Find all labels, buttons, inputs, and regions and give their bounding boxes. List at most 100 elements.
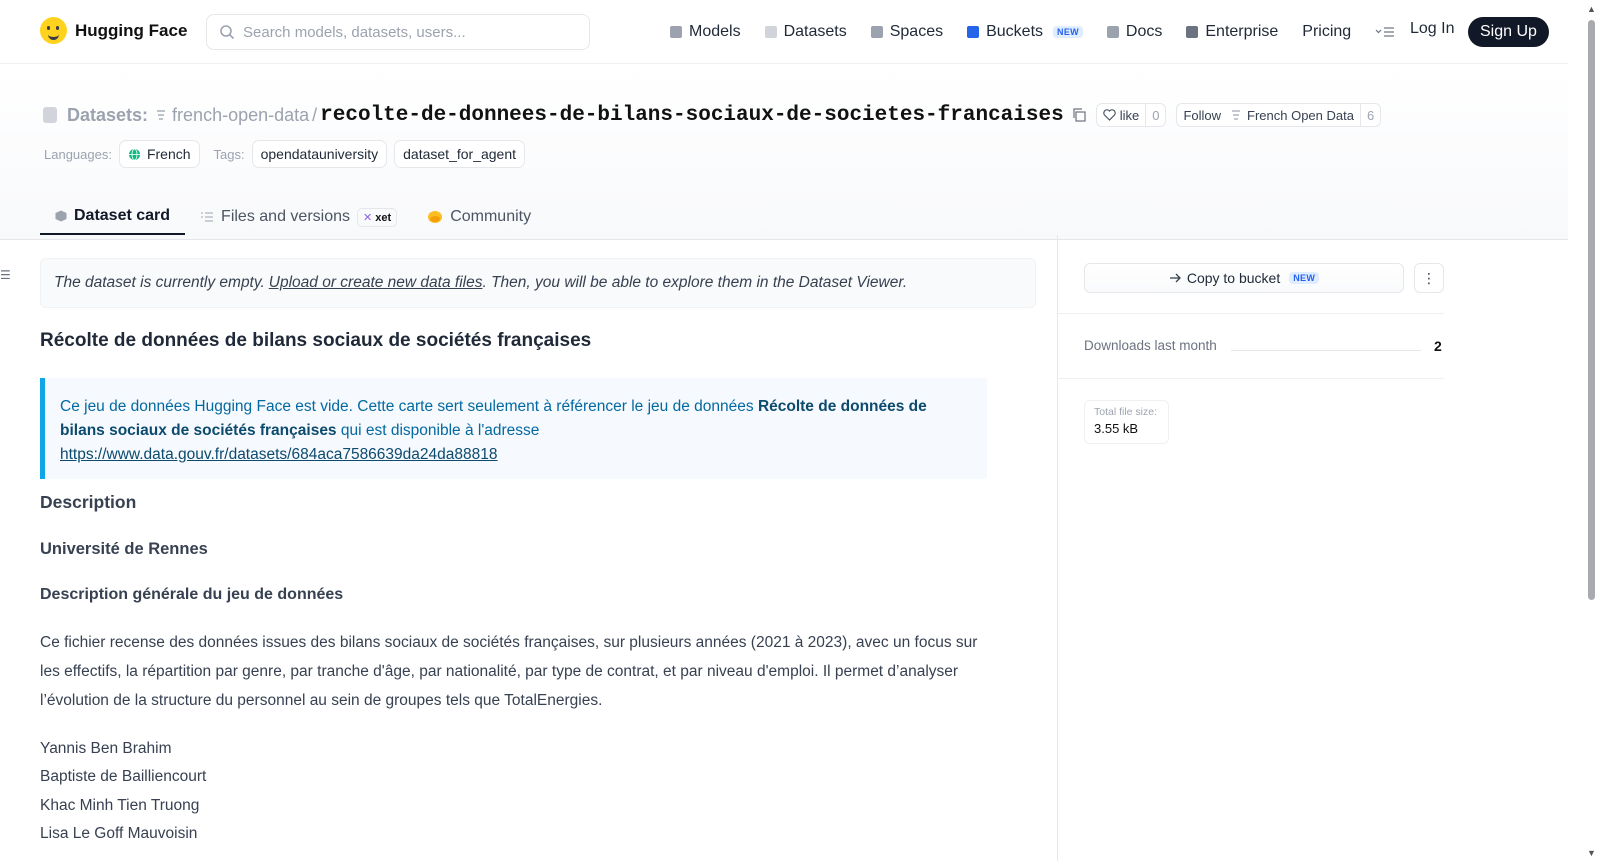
org-logo-icon [1232, 110, 1241, 120]
community-icon [428, 211, 443, 223]
kebab-icon: ⋮ [1422, 269, 1436, 286]
nav-docs[interactable]: Docs [1106, 19, 1163, 45]
follow-button[interactable]: Follow French Open Data 6 [1176, 103, 1382, 127]
tab-community-label: Community [450, 208, 532, 225]
languages-label: Languages: [44, 146, 112, 162]
login-link[interactable]: Log In [1410, 20, 1454, 38]
repo-type-label[interactable]: Datasets: [67, 105, 148, 126]
downloads-sparkline [1231, 350, 1421, 351]
scroll-down-icon[interactable]: ▼ [1587, 848, 1596, 858]
repo-name[interactable]: recolte-de-donnees-de-bilans-sociaux-de-… [320, 104, 1064, 127]
tag-opendatauniversity[interactable]: opendatauniversity [251, 140, 388, 168]
xet-label: xet [375, 211, 392, 224]
nav-datasets-label: Datasets [783, 23, 847, 40]
copy-icon[interactable] [1072, 108, 1086, 122]
models-icon [670, 26, 682, 38]
copy-to-bucket-button[interactable]: Copy to bucket NEW [1084, 263, 1404, 293]
file-size-value: 3.55 kB [1094, 421, 1139, 436]
home-logo-link[interactable]: Hugging Face [40, 17, 187, 44]
copy-to-bucket-label: Copy to bucket [1186, 270, 1281, 286]
repo-tabs: Dataset card Files and versions ✕ xet Co… [40, 199, 546, 235]
spaces-icon [870, 26, 883, 38]
nav-pricing[interactable]: Pricing [1302, 19, 1351, 45]
repo-title: Datasets: french-open-data / recolte-de-… [43, 100, 1382, 130]
globe-icon [128, 148, 140, 160]
nav-datasets[interactable]: Datasets [764, 19, 847, 45]
heart-icon [1102, 109, 1116, 121]
search-input[interactable] [243, 23, 573, 41]
like-count: 0 [1145, 104, 1165, 126]
search-box[interactable] [206, 14, 590, 50]
tab-dataset-card[interactable]: Dataset card [40, 199, 186, 235]
new-badge: NEW [1053, 26, 1083, 38]
docs-icon [1106, 26, 1119, 38]
nav-pricing-label: Pricing [1302, 23, 1352, 40]
total-file-size: Total file size: 3.55 kB [1084, 400, 1169, 444]
follow-count: 6 [1359, 104, 1380, 126]
empty-notice-text-end: . Then, you will be able to explore them… [482, 274, 908, 291]
nav-spaces[interactable]: Spaces [870, 19, 943, 45]
repo-owner-link[interactable]: french-open-data [172, 105, 309, 126]
follow-label: Follow [1183, 107, 1222, 123]
breadcrumb-separator: / [312, 104, 318, 125]
tags-label: Tags: [213, 146, 245, 162]
tab-community[interactable]: Community [412, 199, 546, 235]
tab-files-label: Files and versions [221, 208, 350, 225]
hugging-face-logo-icon [40, 17, 67, 44]
language-tag-french[interactable]: French [118, 140, 200, 168]
repo-meta: Languages: French Tags: opendatauniversi… [44, 140, 526, 168]
org-name: French Open Data [1247, 107, 1354, 123]
note-text: Ce jeu de données Hugging Face est vide.… [60, 398, 758, 415]
heading-description: Description [40, 492, 137, 512]
downloads-label: Downloads last month [1084, 338, 1217, 353]
file-size-label: Total file size: [1094, 406, 1158, 418]
files-icon [201, 212, 214, 222]
nav-models-label: Models [689, 23, 741, 40]
note-text-mid: qui est disponible à l'adresse [336, 422, 540, 439]
search-icon [220, 25, 235, 40]
scroll-up-icon[interactable]: ▲ [1587, 4, 1596, 14]
sidebar-separator [1058, 378, 1444, 379]
signup-button[interactable]: Sign Up [1468, 17, 1549, 47]
xet-icon: ✕ [363, 211, 373, 224]
nav-docs-label: Docs [1125, 23, 1163, 40]
card-title: Récolte de données de bilans sociaux de … [40, 330, 592, 351]
data-gouv-link[interactable]: https://www.data.gouv.fr/datasets/684aca… [60, 446, 498, 463]
like-label: like [1119, 107, 1140, 123]
toc-toggle-icon[interactable]: ☰ [0, 268, 11, 282]
xet-badge: ✕ xet [357, 207, 398, 227]
dataset-card-icon [55, 210, 67, 222]
tab-dataset-card-label: Dataset card [74, 207, 171, 224]
upload-data-link[interactable]: Upload or create new data files [269, 274, 483, 292]
nav-enterprise-label: Enterprise [1205, 23, 1279, 40]
tag-dataset-for-agent[interactable]: dataset_for_agent [394, 140, 526, 168]
nav-buckets[interactable]: Buckets NEW [967, 19, 1083, 45]
nav-models[interactable]: Models [670, 19, 741, 45]
like-button[interactable]: like 0 [1095, 103, 1167, 127]
dataset-icon [43, 107, 57, 123]
dataset-card: The dataset is currently empty. Upload o… [40, 258, 1036, 842]
downloads-value: 2 [1434, 338, 1442, 354]
top-navbar: Hugging Face Models Datasets Spaces Buck… [0, 0, 1568, 64]
description-paragraph: Ce fichier recense des données issues de… [40, 634, 978, 709]
heading-university: Université de Rennes [40, 540, 208, 558]
nav-enterprise[interactable]: Enterprise [1186, 19, 1278, 45]
enterprise-icon [1186, 26, 1199, 38]
scrollbar-thumb[interactable] [1588, 20, 1595, 600]
more-options-button[interactable]: ⋮ [1414, 263, 1444, 293]
sidebar-separator [1058, 313, 1444, 314]
author-name: Yannis Ben Brahim [40, 740, 172, 757]
heading-general-description: Description générale du jeu de données [40, 586, 344, 603]
brand-name: Hugging Face [75, 20, 188, 40]
more-menu-button[interactable] [1375, 19, 1395, 45]
datasets-icon [764, 26, 777, 38]
main-nav: Models Datasets Spaces Buckets NEW Docs E… [670, 19, 1419, 45]
empty-dataset-notice: The dataset is currently empty. Upload o… [40, 258, 1036, 308]
buckets-icon [967, 26, 980, 38]
sidebar-divider [1057, 235, 1058, 861]
nav-buckets-label: Buckets [986, 23, 1044, 40]
author-name: Baptiste de Bailliencourt [40, 768, 207, 785]
tab-files-and-versions[interactable]: Files and versions ✕ xet [185, 199, 412, 235]
reference-note: Ce jeu de données Hugging Face est vide.… [40, 378, 987, 479]
menu-icon [1375, 27, 1395, 37]
